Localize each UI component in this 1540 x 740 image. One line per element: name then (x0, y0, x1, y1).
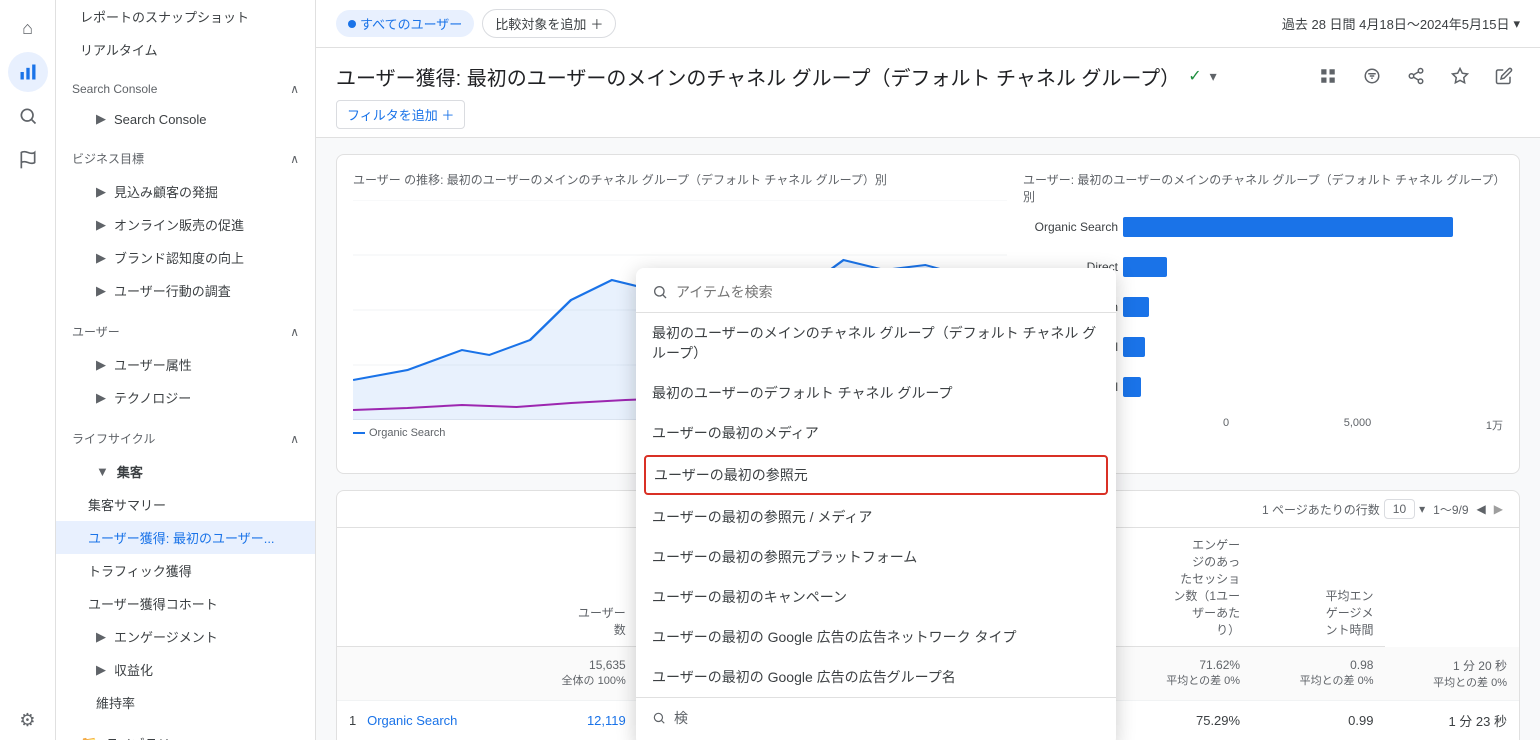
all-users-chip[interactable]: すべてのユーザー (336, 10, 474, 37)
user-item-1[interactable]: ▶ テクノロジー (56, 381, 315, 414)
chip-dot (348, 20, 356, 28)
dropdown-item-5[interactable]: ユーザーの最初の参照元プラットフォーム (636, 537, 1116, 577)
cohort-item[interactable]: ユーザー獲得コホート (56, 587, 315, 620)
dropdown-footer: 検 (636, 697, 1116, 738)
icon-sidebar: ⌂ ⚙ (0, 0, 56, 740)
share-icon-btn[interactable] (1400, 60, 1432, 92)
bar-organic-search (1123, 217, 1453, 237)
bar-referral (1123, 377, 1141, 397)
monetization-section[interactable]: ▶ 収益化 (56, 653, 315, 686)
dropdown-item-1[interactable]: 最初のユーザーのデフォルト チャネル グループ (636, 373, 1116, 413)
library-item[interactable]: 📁 ライブラリ (56, 727, 315, 740)
dropdown-item-2[interactable]: ユーザーの最初のメディア (636, 413, 1116, 453)
dropdown-item-4[interactable]: ユーザーの最初の参照元 / メディア (636, 497, 1116, 537)
verified-icon: ✓ (1188, 66, 1201, 86)
line-chart-label: ユーザー の推移: 最初のユーザーのメインのチャネル グループ（デフォルト チャ… (353, 171, 1007, 188)
realtime-item[interactable]: リアルタイム (56, 33, 315, 66)
dropdown-search (636, 276, 1116, 313)
business-item-3[interactable]: ▶ ユーザー行動の調査 (56, 274, 315, 307)
main-sidebar: レポートのスナップショット リアルタイム Search Console ∧ ▶ … (56, 0, 316, 740)
lifecycle-section-header[interactable]: ライフサイクル ∧ (56, 422, 315, 455)
search-console-section-header[interactable]: Search Console ∧ (56, 74, 315, 104)
engagement-section[interactable]: ▶ エンゲージメント (56, 620, 315, 653)
col-header-channel (337, 528, 518, 647)
retention-section[interactable]: 維持率 (56, 686, 315, 719)
dropdown-item-7[interactable]: ユーザーの最初の Google 広告の広告ネットワーク タイプ (636, 617, 1116, 657)
business-item-0[interactable]: ▶ 見込み顧客の発掘 (56, 175, 315, 208)
filter-add-btn[interactable]: フィルタを追加 ＋ (336, 100, 465, 129)
search-icon-btn[interactable] (8, 96, 48, 136)
bookmark-icon-btn[interactable] (1444, 60, 1476, 92)
acquisition-summary-item[interactable]: 集客サマリー (56, 488, 315, 521)
dropdown-search-icon (652, 284, 668, 300)
bar-row-1: Direct (1123, 257, 1503, 277)
snapshot-item[interactable]: レポートのスナップショット (56, 0, 315, 33)
dropdown-item-8[interactable]: ユーザーの最初の Google 広告の広告グループ名 (636, 657, 1116, 697)
x-axis: 0 5,000 1万 (1123, 417, 1503, 433)
page-title-icons (1312, 60, 1520, 92)
add-compare-btn[interactable]: 比較対象を追加 ＋ (482, 9, 616, 38)
dropdown-item-0[interactable]: 最初のユーザーのメインのチャネル グループ（デフォルト チャネル グループ） (636, 313, 1116, 373)
bar-organic-social (1123, 337, 1145, 357)
filter-icon-btn[interactable] (1356, 60, 1388, 92)
col-header-users[interactable]: ユーザー数 (518, 528, 638, 647)
settings-icon-btn[interactable]: ⚙ (8, 700, 48, 740)
user-section-header[interactable]: ユーザー ∧ (56, 315, 315, 348)
dropdown-search-input[interactable] (676, 284, 1100, 300)
page-title-row: ユーザー獲得: 最初のユーザーのメインのチャネル グループ（デフォルト チャネル… (336, 60, 1520, 92)
top-bar-left: すべてのユーザー 比較対象を追加 ＋ (336, 9, 616, 38)
col-header-sessions-per-user[interactable]: エンゲージのあったセッション数（1ユーザーあたり） (1119, 528, 1252, 647)
search-console-item[interactable]: ▶ Search Console (56, 104, 315, 134)
page-header: ユーザー獲得: 最初のユーザーのメインのチャネル グループ（デフォルト チャネル… (316, 48, 1540, 138)
table-icon-btn[interactable] (1312, 60, 1344, 92)
dropdown-item-3-highlighted[interactable]: ユーザーの最初の参照元 (644, 455, 1108, 495)
content-area: ユーザー の推移: 最初のユーザーのメインのチャネル グループ（デフォルト チャ… (316, 138, 1540, 740)
bar-direct (1123, 257, 1167, 277)
main-content: すべてのユーザー 比較対象を追加 ＋ 過去 28 日間 4月18日〜2024年5… (316, 0, 1540, 740)
user-acquisition-item[interactable]: ユーザー獲得: 最初のユーザー... (56, 521, 315, 554)
date-range[interactable]: 過去 28 日間 4月18日〜2024年5月15日 ▾ (1282, 14, 1520, 33)
top-bar: すべてのユーザー 比較対象を追加 ＋ 過去 28 日間 4月18日〜2024年5… (316, 0, 1540, 48)
rows-per-page: 1 ページあたりの行数 10 ▾ (1262, 499, 1425, 519)
bar-chart-label: ユーザー: 最初のユーザーのメインのチャネル グループ（デフォルト チャネル グ… (1023, 171, 1503, 205)
col-header-avg-engagement[interactable]: 平均エンゲージメント時間 (1252, 528, 1385, 647)
bar-row-4: Referral (1123, 377, 1503, 397)
dropdown-item-6[interactable]: ユーザーの最初のキャンペーン (636, 577, 1116, 617)
bar-row-0: Organic Search (1123, 217, 1503, 237)
home-icon-btn[interactable]: ⌂ (8, 8, 48, 48)
edit-icon-btn[interactable] (1488, 60, 1520, 92)
business-item-2[interactable]: ▶ ブランド認知度の向上 (56, 241, 315, 274)
user-item-0[interactable]: ▶ ユーザー属性 (56, 348, 315, 381)
business-item-1[interactable]: ▶ オンライン販売の促進 (56, 208, 315, 241)
dimension-dropdown: 最初のユーザーのメインのチャネル グループ（デフォルト チャネル グループ） 最… (636, 268, 1116, 740)
flag-icon-btn[interactable] (8, 140, 48, 180)
analytics-icon-btn[interactable] (8, 52, 48, 92)
bar-paid-search (1123, 297, 1149, 317)
acquisition-section[interactable]: ▼ 集客 (56, 455, 315, 488)
bar-row-2: Paid Search (1123, 297, 1503, 317)
page-title: ユーザー獲得: 最初のユーザーのメインのチャネル グループ（デフォルト チャネル… (336, 62, 1217, 91)
business-section-header[interactable]: ビジネス目標 ∧ (56, 142, 315, 175)
bar-row-3: Organic Social (1123, 337, 1503, 357)
traffic-acquisition-item[interactable]: トラフィック獲得 (56, 554, 315, 587)
footer-search-icon (652, 711, 666, 725)
